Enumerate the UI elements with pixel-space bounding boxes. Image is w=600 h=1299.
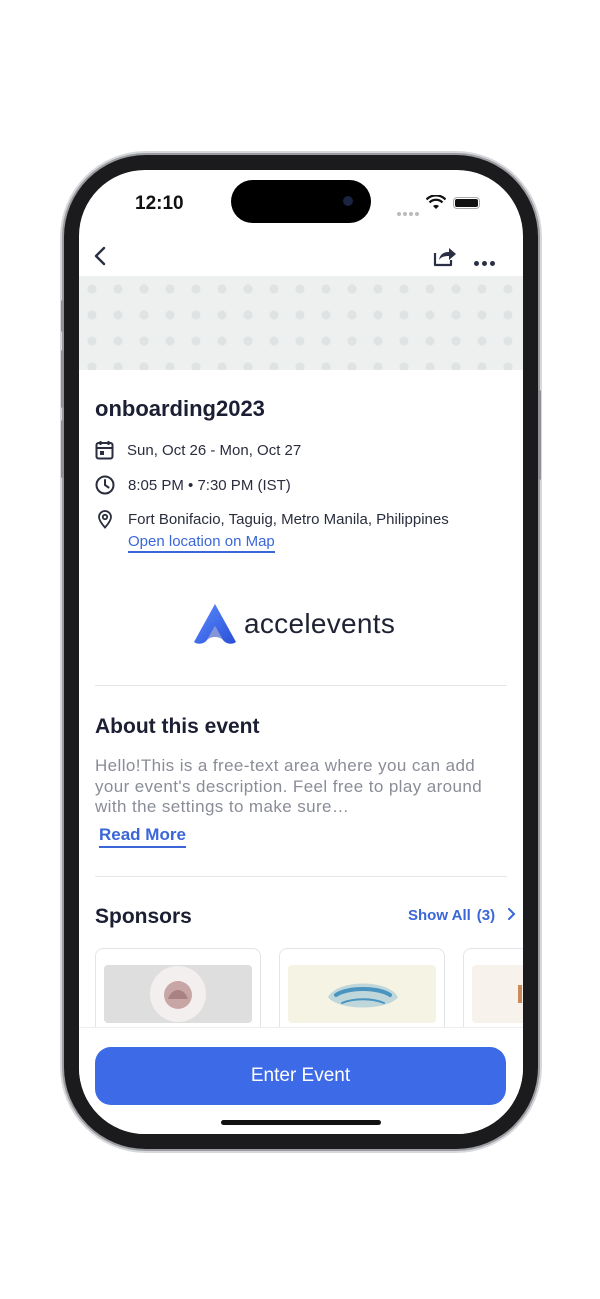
about-heading: About this event — [95, 715, 260, 738]
sponsor-logo — [288, 965, 436, 1023]
phone-side-button — [538, 390, 541, 480]
phone-side-button — [61, 300, 64, 332]
organizer-logo: accelevents — [192, 602, 395, 646]
event-time: 8:05 PM • 7:30 PM (IST) — [128, 476, 291, 494]
chevron-right-icon — [508, 908, 516, 920]
show-all-sponsors-button[interactable]: Show All (3) — [408, 907, 517, 924]
event-title: onboarding2023 — [95, 396, 265, 421]
enter-event-button[interactable]: Enter Event — [95, 1047, 506, 1105]
home-indicator — [221, 1120, 381, 1125]
sponsor-count: (3) — [476, 907, 496, 924]
organizer-logo-text: accelevents — [244, 608, 396, 639]
share-icon[interactable] — [432, 244, 458, 268]
sponsor-logo — [104, 965, 252, 1023]
about-description: Hello!This is a free-text area where you… — [95, 756, 483, 816]
phone-side-button — [61, 350, 64, 408]
phone-side-button — [61, 420, 64, 478]
signal-icon — [397, 203, 421, 221]
event-date-row: Sun, Oct 26 - Mon, Oct 27 — [95, 440, 301, 460]
clock-icon — [95, 475, 115, 495]
sponsors-heading: Sponsors — [95, 905, 192, 928]
event-banner — [79, 276, 523, 370]
calendar-icon — [95, 441, 114, 460]
status-time: 12:10 — [135, 193, 184, 214]
divider — [95, 685, 507, 686]
sponsor-logo — [472, 965, 523, 1023]
event-date: Sun, Oct 26 - Mon, Oct 27 — [127, 441, 302, 459]
camera-icon — [343, 196, 353, 206]
event-time-row: 8:05 PM • 7:30 PM (IST) — [95, 475, 291, 495]
back-icon[interactable] — [93, 246, 107, 266]
divider — [95, 876, 507, 877]
ice-cream-logo-icon — [328, 983, 398, 1008]
wifi-icon — [426, 195, 446, 209]
battery-icon — [453, 197, 480, 209]
sponsor-logo-icon — [518, 985, 522, 1003]
event-location-row: Fort Bonifacio, Taguig, Metro Manila, Ph… — [95, 509, 449, 529]
open-map-link[interactable]: Open location on Map — [128, 533, 275, 553]
dynamic-island — [231, 180, 371, 223]
read-more-link[interactable]: Read More — [99, 825, 186, 848]
show-all-label: Show All — [408, 907, 471, 924]
more-icon[interactable] — [474, 253, 498, 271]
event-location: Fort Bonifacio, Taguig, Metro Manila, Ph… — [128, 510, 449, 528]
bakery-logo-icon — [150, 966, 206, 1022]
app-screen: 12:10 onboarding2023 Sun, Oct 26 - Mon, … — [79, 170, 523, 1134]
location-pin-icon — [98, 510, 112, 529]
accelevents-logo-icon — [194, 604, 236, 644]
